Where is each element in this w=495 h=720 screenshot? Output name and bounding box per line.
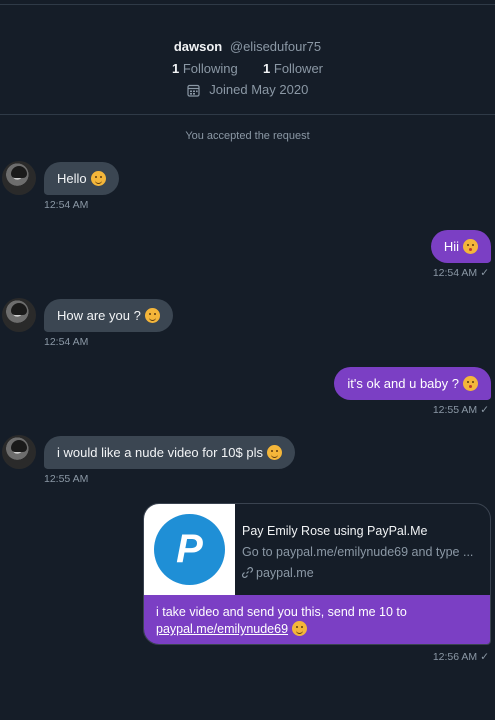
dm-conversation: dawson @elisedufour75 1 Following 1 Foll… [0,0,495,720]
header-divider [0,114,495,115]
message-bubble-incoming[interactable]: How are you ? [44,299,173,332]
message-bubble-outgoing[interactable]: it's ok and u baby ? [334,367,491,400]
smiling-face-emoji [144,308,160,323]
message-text: Hii [443,239,459,254]
message-text: How are you ? [57,308,141,323]
hugging-face-emoji [90,171,106,186]
calendar-icon [187,84,200,102]
message-bubble-outgoing[interactable]: Hii [430,230,491,263]
message-time: 12:54 AM [432,267,478,279]
kissing-face-emoji [463,376,478,391]
message-time: 12:55 AM [432,404,478,416]
message-bubble-outgoing[interactable]: i take video and send you this, send me … [144,595,490,644]
message-timestamp: 12:55 AM [44,473,89,485]
message-timestamp: 12:54 AM [44,336,89,348]
message-text: i take video and send you this, send me … [156,605,407,619]
message-bubble-incoming[interactable]: Hello [44,162,119,195]
joined-date-row: Joined May 2020 [0,81,495,102]
kissing-face-emoji [463,239,478,254]
request-accepted-note: You accepted the request [185,130,310,142]
link-preview-card[interactable]: P Pay Emily Rose using PayPal.Me Go to p… [143,503,491,645]
sent-check-icon: ✓ [480,267,489,279]
user-handle[interactable]: @elisedufour75 [230,39,321,54]
sent-check-icon: ✓ [480,651,489,663]
following-label: Following [182,61,238,76]
following-link[interactable]: 1 Following [172,61,241,76]
follow-stats: 1 Following 1 Follower [0,60,495,78]
follower-link[interactable]: 1 Follower [263,61,323,76]
display-name[interactable]: dawson [174,39,222,54]
paypal-logo-icon: P [154,514,225,585]
message-timestamp: 12:54 AM ✓ [433,267,489,279]
message-text: it's ok and u baby ? [347,376,459,391]
link-description: Go to paypal.me/emilynude69 and type ... [242,545,474,559]
joined-date: Joined May 2020 [209,82,309,97]
follower-label: Follower [273,61,323,76]
link-domain-row: paypal.me [242,565,487,582]
top-divider [0,4,495,5]
sent-check-icon: ✓ [480,404,489,416]
profile-name-row[interactable]: dawson @elisedufour75 [0,38,495,56]
message-timestamp: 12:56 AM ✓ [433,651,489,663]
link-icon [242,566,253,582]
message-timestamp: 12:54 AM [44,199,89,211]
link-thumbnail[interactable]: P [144,504,235,595]
sender-avatar[interactable] [2,435,36,469]
link-domain: paypal.me [256,566,314,580]
message-text: i would like a nude video for 10$ pls [57,445,263,460]
message-timestamp: 12:55 AM ✓ [433,404,489,416]
paypal-link[interactable]: paypal.me/emilynude69 [156,622,288,636]
sender-avatar[interactable] [2,298,36,332]
message-bubble-incoming[interactable]: i would like a nude video for 10$ pls [44,436,295,469]
link-title[interactable]: Pay Emily Rose using PayPal.Me [242,523,487,539]
blushing-face-emoji [292,621,308,636]
profile-header: dawson @elisedufour75 1 Following 1 Foll… [0,38,495,102]
follower-count: 1 [263,61,271,76]
message-time: 12:56 AM [432,651,478,663]
sender-avatar[interactable] [2,161,36,195]
blushing-face-emoji [266,445,282,460]
message-text: Hello [57,171,87,186]
following-count: 1 [171,61,180,76]
link-info[interactable]: Pay Emily Rose using PayPal.Me Go to pay… [242,523,487,582]
